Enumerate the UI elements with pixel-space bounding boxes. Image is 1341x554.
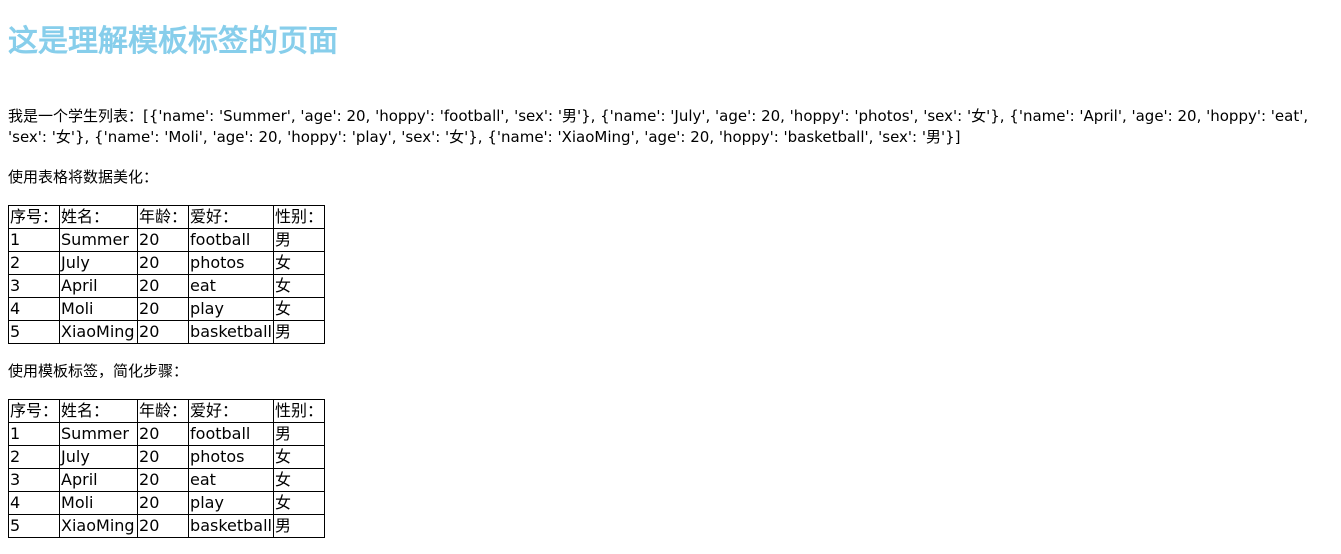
cell-sex: 女 — [272, 251, 326, 275]
header-sex: 性别： — [272, 399, 326, 423]
cell-index: 5 — [7, 514, 61, 538]
cell-age: 20 — [137, 274, 190, 298]
student-table-template: 序号： 姓名： 年龄： 爱好： 性别： 1 Summer 20 football… — [7, 399, 326, 538]
table-row: 1 Summer 20 football 男 — [7, 422, 326, 446]
cell-name: XiaoMing — [59, 320, 139, 344]
header-age: 年龄： — [137, 205, 190, 229]
page-title: 这是理解模板标签的页面 — [8, 24, 338, 59]
table-header-row: 序号： 姓名： 年龄： 爱好： 性别： — [7, 399, 326, 423]
cell-name: Summer — [59, 422, 139, 446]
cell-age: 20 — [137, 251, 190, 275]
cell-age: 20 — [137, 320, 190, 344]
cell-hobby: eat — [188, 274, 274, 298]
cell-index: 2 — [7, 445, 61, 469]
cell-hobby: photos — [188, 251, 274, 275]
cell-age: 20 — [137, 422, 190, 446]
cell-hobby: play — [188, 297, 274, 321]
header-hobby: 爱好： — [188, 399, 274, 423]
table-row: 3 April 20 eat 女 — [7, 468, 326, 492]
cell-index: 3 — [7, 468, 61, 492]
cell-name: Summer — [59, 228, 139, 252]
student-table-styled: 序号： 姓名： 年龄： 爱好： 性别： 1 Summer 20 football… — [7, 205, 326, 344]
table-row: 5 XiaoMing 20 basketball 男 — [7, 514, 326, 538]
table-header-row: 序号： 姓名： 年龄： 爱好： 性别： — [7, 205, 326, 229]
cell-index: 5 — [7, 320, 61, 344]
cell-hobby: basketball — [188, 320, 274, 344]
header-hobby: 爱好： — [188, 205, 274, 229]
cell-sex: 女 — [272, 468, 326, 492]
cell-hobby: photos — [188, 445, 274, 469]
cell-sex: 男 — [272, 514, 326, 538]
cell-sex: 女 — [272, 297, 326, 321]
table-row: 3 April 20 eat 女 — [7, 274, 326, 298]
table-row: 2 July 20 photos 女 — [7, 251, 326, 275]
table-row: 4 Moli 20 play 女 — [7, 491, 326, 515]
cell-sex: 女 — [272, 445, 326, 469]
cell-sex: 女 — [272, 491, 326, 515]
cell-hobby: basketball — [188, 514, 274, 538]
cell-index: 2 — [7, 251, 61, 275]
cell-name: July — [59, 445, 139, 469]
page: 这是理解模板标签的页面 我是一个学生列表：[{'name': 'Summer',… — [0, 0, 1341, 538]
cell-hobby: football — [188, 228, 274, 252]
student-list-text: 我是一个学生列表：[{'name': 'Summer', 'age': 20, … — [8, 107, 1309, 146]
cell-age: 20 — [137, 468, 190, 492]
cell-name: XiaoMing — [59, 514, 139, 538]
table-row: 4 Moli 20 play 女 — [7, 297, 326, 321]
header-index: 序号： — [7, 205, 61, 229]
table2-caption: 使用模板标签，简化步骤： — [8, 362, 189, 380]
cell-age: 20 — [137, 514, 190, 538]
cell-sex: 男 — [272, 422, 326, 446]
cell-index: 3 — [7, 274, 61, 298]
cell-hobby: play — [188, 491, 274, 515]
cell-age: 20 — [137, 445, 190, 469]
cell-sex: 男 — [272, 320, 326, 344]
cell-sex: 女 — [272, 274, 326, 298]
header-name: 姓名： — [59, 399, 139, 423]
cell-name: Moli — [59, 297, 139, 321]
cell-hobby: eat — [188, 468, 274, 492]
header-sex: 性别： — [272, 205, 326, 229]
table-row: 2 July 20 photos 女 — [7, 445, 326, 469]
cell-age: 20 — [137, 228, 190, 252]
cell-name: April — [59, 274, 139, 298]
table-row: 1 Summer 20 football 男 — [7, 228, 326, 252]
cell-index: 1 — [7, 422, 61, 446]
cell-name: July — [59, 251, 139, 275]
header-index: 序号： — [7, 399, 61, 423]
cell-age: 20 — [137, 491, 190, 515]
cell-hobby: football — [188, 422, 274, 446]
header-name: 姓名： — [59, 205, 139, 229]
cell-index: 1 — [7, 228, 61, 252]
cell-age: 20 — [137, 297, 190, 321]
cell-name: April — [59, 468, 139, 492]
cell-sex: 男 — [272, 228, 326, 252]
table-row: 5 XiaoMing 20 basketball 男 — [7, 320, 326, 344]
table1-caption: 使用表格将数据美化： — [8, 168, 159, 186]
header-age: 年龄： — [137, 399, 190, 423]
cell-index: 4 — [7, 491, 61, 515]
cell-name: Moli — [59, 491, 139, 515]
cell-index: 4 — [7, 297, 61, 321]
